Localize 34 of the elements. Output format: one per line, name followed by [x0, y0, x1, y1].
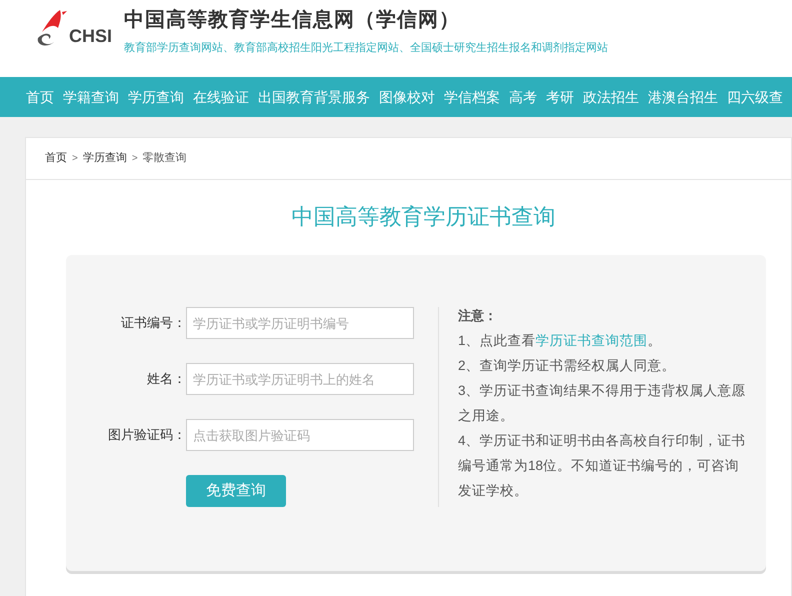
- breadcrumb-current: 零散查询: [142, 151, 187, 166]
- field-label: 图片验证码：: [107, 426, 186, 444]
- nav-link[interactable]: 在线验证: [193, 86, 249, 108]
- nav-link[interactable]: 出国教育背景服务: [258, 86, 370, 108]
- site-title: 中国高等教育学生信息网（学信网）: [124, 8, 462, 32]
- note-text: 4、学历证书和证明书由各高校自行印制，证书编号通常为18位。不知道证书编号的，可咨询发证学校。: [458, 432, 747, 500]
- note-text: 3、学历证书查询结果不得用于违背权属人意愿之用途。: [458, 382, 747, 425]
- nav-link[interactable]: 考研: [546, 86, 574, 108]
- breadcrumb-separator: >: [72, 152, 78, 166]
- input-field[interactable]: 学历证书或学历证明书编号: [186, 307, 414, 339]
- range-link[interactable]: 学历证书查询范围: [536, 333, 648, 348]
- nav-link[interactable]: 图像校对: [379, 86, 435, 108]
- breadcrumb-link[interactable]: 首页: [45, 150, 67, 167]
- nav-link[interactable]: 四六级查: [727, 86, 783, 108]
- nav-link[interactable]: 学籍查询: [63, 86, 119, 108]
- field-label: 证书编号：: [120, 314, 186, 332]
- nav-link[interactable]: 港澳台招生: [648, 86, 718, 108]
- nav-link[interactable]: 首页: [26, 86, 54, 108]
- note-text: 2、查询学历证书需经权属人同意。: [458, 357, 677, 375]
- site-tagline: 教育部学历查询网站、教育部高校招生阳光工程指定网站、全国硕士研究生招生报名和调剂指定网站: [124, 40, 608, 56]
- page-title: 中国高等教育学历证书查询: [290, 203, 556, 231]
- nav-link[interactable]: 学历查询: [128, 86, 184, 108]
- input-field[interactable]: 学历证书或学历证明书上的姓名: [186, 363, 414, 395]
- logo-text: CHSI: [69, 25, 112, 48]
- breadcrumb-link[interactable]: 学历查询: [82, 150, 127, 167]
- notes-title: 注意：: [458, 307, 498, 325]
- note-text: 1、点此查看学历证书查询范围。: [458, 332, 663, 350]
- breadcrumb-separator: >: [132, 152, 138, 166]
- submit-button[interactable]: 免费查询: [186, 475, 286, 507]
- nav-link[interactable]: 高考: [509, 86, 537, 108]
- field-label: 姓名：: [146, 370, 186, 388]
- input-field[interactable]: 点击获取图片验证码: [186, 419, 414, 451]
- nav-link[interactable]: 政法招生: [583, 86, 639, 108]
- nav-link[interactable]: 学信档案: [444, 86, 500, 108]
